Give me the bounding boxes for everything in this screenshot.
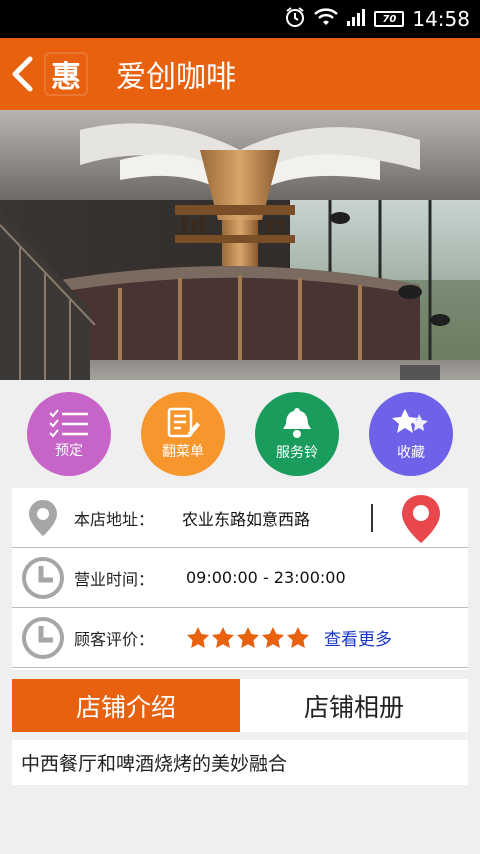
reserve-action[interactable]: 预定 bbox=[12, 380, 126, 488]
location-icon bbox=[12, 498, 74, 538]
tab-store-intro[interactable]: 店铺介绍 bbox=[12, 679, 240, 732]
bell-label: 服务铃 bbox=[276, 445, 318, 461]
alarm-icon bbox=[284, 6, 306, 32]
back-button[interactable] bbox=[0, 38, 44, 110]
status-time: 14:58 bbox=[412, 7, 470, 31]
rating-stars bbox=[186, 626, 324, 650]
menu-button[interactable]: 翻菜单 bbox=[141, 392, 225, 476]
store-tabs: 店铺介绍 店铺相册 bbox=[12, 679, 468, 732]
star-icon bbox=[287, 626, 309, 648]
app-header: 惠 爱创咖啡 bbox=[0, 38, 480, 110]
store-photo bbox=[0, 110, 480, 380]
star-icon bbox=[392, 409, 428, 433]
menu-edit-icon bbox=[167, 407, 200, 438]
menu-label: 翻菜单 bbox=[162, 444, 204, 460]
wifi-icon bbox=[314, 7, 339, 31]
status-bar: 70 14:58 bbox=[0, 0, 480, 38]
bell-action[interactable]: 服务铃 bbox=[240, 380, 354, 488]
action-bar: 预定 翻菜单 服务铃 收藏 bbox=[0, 380, 480, 488]
app-logo: 惠 bbox=[44, 52, 88, 96]
store-description: 中西餐厅和啤酒烧烤的美妙融合 bbox=[12, 740, 468, 785]
store-info-card: 本店地址： 农业东路如意西路 营业时间： 09:00:00 - 23:00:00… bbox=[12, 488, 468, 670]
address-row: 本店地址： 农业东路如意西路 bbox=[12, 488, 468, 548]
hours-row: 营业时间： 09:00:00 - 23:00:00 bbox=[12, 548, 468, 608]
battery-icon: 70 bbox=[374, 11, 405, 27]
star-icon bbox=[262, 626, 284, 648]
favorite-action[interactable]: 收藏 bbox=[354, 380, 468, 488]
star-icon bbox=[187, 626, 209, 648]
menu-action[interactable]: 翻菜单 bbox=[126, 380, 240, 488]
signal-icon bbox=[346, 7, 366, 31]
map-pin-icon[interactable] bbox=[400, 493, 442, 549]
reserve-label: 预定 bbox=[55, 443, 83, 459]
chevron-left-icon bbox=[12, 56, 33, 92]
clock-icon bbox=[12, 556, 74, 600]
favorite-button[interactable]: 收藏 bbox=[369, 392, 453, 476]
tab-store-album[interactable]: 店铺相册 bbox=[240, 679, 468, 732]
bell-icon bbox=[283, 408, 311, 438]
rating-row: 顾客评价： 查看更多 bbox=[12, 608, 468, 668]
service-bell-button[interactable]: 服务铃 bbox=[255, 392, 339, 476]
more-reviews-link[interactable]: 查看更多 bbox=[324, 625, 392, 650]
hours-value: 09:00:00 - 23:00:00 bbox=[186, 568, 346, 587]
address-value: 农业东路如意西路 bbox=[182, 509, 311, 529]
rating-clock-icon bbox=[12, 616, 74, 660]
page-title: 爱创咖啡 bbox=[116, 60, 236, 95]
address-label: 本店地址： bbox=[74, 509, 155, 529]
hours-label: 营业时间： bbox=[74, 569, 155, 589]
star-icon bbox=[212, 626, 234, 648]
divider bbox=[371, 504, 373, 532]
favorite-label: 收藏 bbox=[397, 445, 425, 461]
star-icon bbox=[237, 626, 259, 648]
rating-label: 顾客评价： bbox=[74, 629, 155, 649]
checklist-icon bbox=[49, 409, 88, 438]
reserve-button[interactable]: 预定 bbox=[27, 392, 111, 476]
